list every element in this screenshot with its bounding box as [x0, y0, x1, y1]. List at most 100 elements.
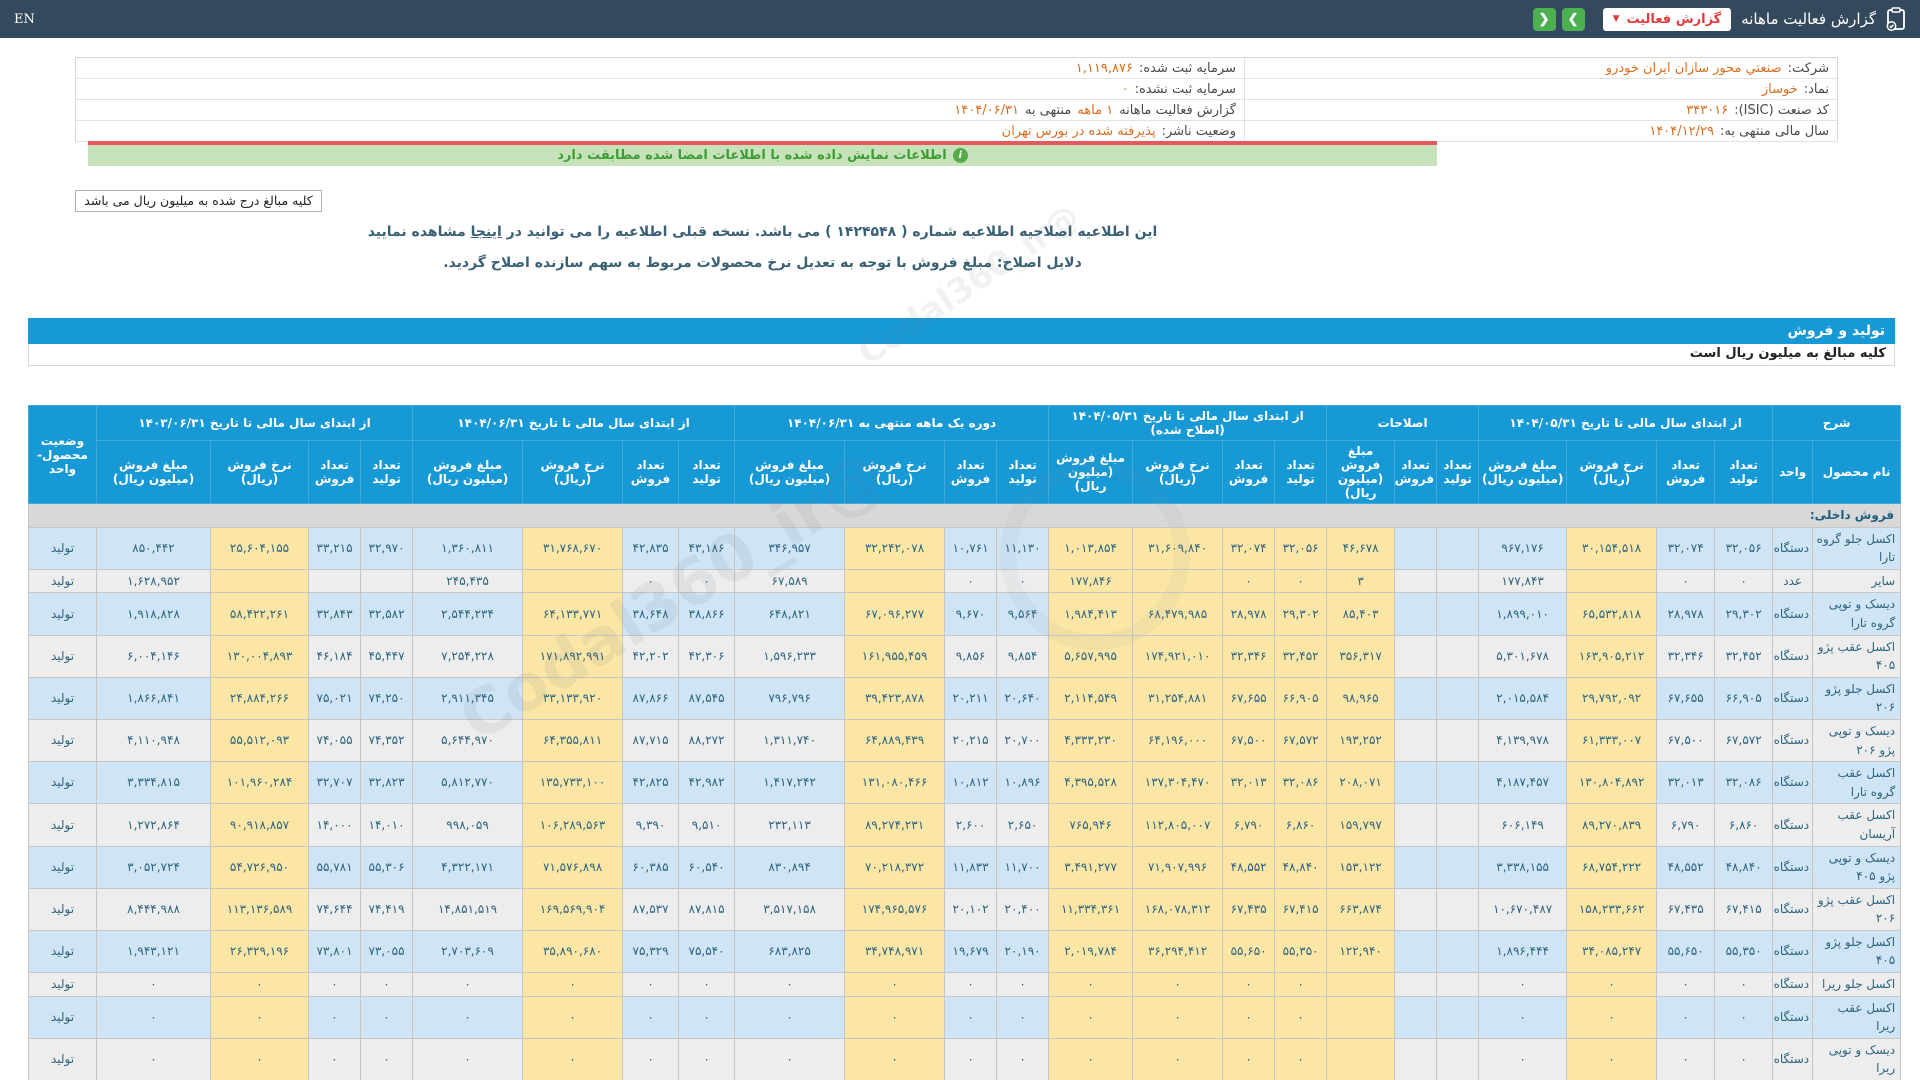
value-cell: ۴۲,۹۸۲ [678, 761, 736, 805]
unregistered-capital-value: ۰ [1121, 81, 1129, 97]
value-cell: ۶۰۶,۱۴۹ [1478, 803, 1568, 847]
column-header: تعداد تولید [1274, 440, 1328, 504]
value-cell: ۱۴,۸۵۱,۵۱۹ [412, 887, 524, 931]
value-cell: ۶۴,۱۹۶,۰۰۰ [1132, 718, 1224, 763]
value-cell: ۰ [95, 1037, 212, 1080]
value-cell: ۲,۷۰۳,۶۰۹ [412, 929, 524, 974]
value-cell: ۱۵۳,۱۲۲ [1326, 845, 1396, 889]
value-cell: دستگاه [1772, 803, 1814, 847]
value-cell: ۰ [1222, 995, 1276, 1039]
value-cell: ۱۱۳,۱۳۶,۵۸۹ [210, 887, 310, 931]
column-group-header: از ابتدای سال مالی تا تاریخ ۱۴۰۴/۰۶/۳۱ [412, 405, 736, 441]
value-cell: ۹۹۸,۰۵۹ [412, 803, 524, 847]
value-cell: ۶۷,۵۷۲ [1714, 718, 1774, 763]
value-cell: ۹,۳۹۰ [622, 803, 680, 847]
value-cell: ۳۲,۰۵۶ [1274, 526, 1328, 570]
value-cell: ۳۲,۰۱۳ [1222, 761, 1276, 805]
value-cell: ۲۰,۴۰۰ [996, 887, 1050, 931]
unregistered-capital-cell: سرمایه ثبت نشده: ۰ [76, 79, 1244, 99]
value-cell [1394, 995, 1438, 1039]
value-cell: ۲۰,۶۴۰ [996, 676, 1050, 720]
info-row: شرکت: صنعتي محور سازان ایران خودرو سرمای… [76, 58, 1837, 79]
fiscal-year-cell: سال مالی منتهی به: ۱۴۰۴/۱۲/۲۹ [1244, 121, 1837, 141]
value-cell: ۳۲,۷۰۷ [308, 761, 362, 805]
symbol-link[interactable]: خوساز [1762, 82, 1798, 97]
value-cell: ۱۷۴,۹۲۱,۰۱۰ [1132, 634, 1224, 678]
value-cell: ۰ [1274, 995, 1328, 1039]
product-name-cell: دیسک و توپی گروه تارا [1812, 592, 1902, 636]
value-cell: ۳۵۶,۳۱۷ [1326, 634, 1396, 678]
value-cell [1566, 568, 1658, 594]
value-cell: ۰ [1656, 995, 1716, 1039]
production-sales-table: شرح از ابتدای سال مالی تا تاریخ ۱۴۰۴/۰۵/۳… [27, 405, 1902, 1080]
info-icon: i [952, 148, 968, 163]
value-cell: ۴۵,۴۴۷ [360, 634, 414, 678]
product-name-cell: اکسل جلو پژو ۴۰۵ [1812, 929, 1902, 974]
value-cell: دستگاه [1772, 972, 1814, 997]
info-row: کد صنعت (ISIC): ۳۴۳۰۱۶ گزارش فعالیت ماها… [76, 100, 1837, 121]
value-cell: ۶,۰۰۴,۱۴۶ [95, 634, 212, 678]
info-row: نماد: خوساز سرمایه ثبت نشده: ۰ [76, 79, 1837, 100]
previous-report-button[interactable]: ❮ [1532, 7, 1556, 31]
value-cell: تولید [28, 887, 97, 931]
value-cell: ۱۱,۱۳۰ [996, 526, 1050, 570]
value-cell: دستگاه [1772, 995, 1814, 1039]
signature-match-text: اطلاعات نمایش داده شده با اطلاعات امضا ش… [557, 148, 947, 163]
previous-version-link[interactable]: اینجا [471, 224, 502, 240]
report-type-dropdown[interactable]: گزارش فعالیت ▼ [1602, 7, 1732, 31]
value-cell: دستگاه [1772, 592, 1814, 636]
top-bar: گزارش فعالیت ماهانه گزارش فعالیت ▼ ❯ ❮ E… [0, 0, 1920, 38]
value-cell: ۲۸,۹۷۸ [1656, 592, 1716, 636]
company-link[interactable]: صنعتي محور سازان ایران خودرو [1606, 61, 1782, 76]
next-report-button[interactable]: ❯ [1561, 7, 1585, 31]
isic-label: کد صنعت (ISIC): [1734, 102, 1829, 118]
value-cell: ۶۶۳,۸۷۴ [1326, 887, 1396, 931]
value-cell: ۷۳,۸۰۱ [308, 929, 362, 974]
value-cell: ۹,۶۷۰ [944, 592, 998, 636]
value-cell: ۳۵,۸۹۰,۶۸۰ [522, 929, 624, 974]
value-cell: تولید [28, 845, 97, 889]
product-name-cell: اکسل عقب پژو ۲۰۶ [1812, 887, 1902, 931]
value-cell [1326, 972, 1396, 997]
value-cell: ۱۵۹,۷۹۷ [1326, 803, 1396, 847]
value-cell: ۱۳۰,۸۰۴,۸۹۲ [1566, 761, 1658, 805]
isic-cell: کد صنعت (ISIC): ۳۴۳۰۱۶ [1244, 100, 1837, 120]
value-cell: ۳۲,۴۵۲ [1714, 634, 1774, 678]
value-cell: ۳,۳۳۴,۸۱۵ [95, 761, 212, 805]
value-cell: تولید [28, 568, 97, 594]
column-group-header: وضعیت محصول-واحد [28, 405, 97, 504]
value-cell: ۵,۶۴۴,۹۷۰ [412, 718, 524, 763]
value-cell: ۰ [1132, 972, 1224, 997]
value-cell: ۰ [412, 995, 524, 1039]
value-cell: ۰ [996, 568, 1050, 594]
page: گزارش فعالیت ماهانه گزارش فعالیت ▼ ❯ ❮ E… [0, 0, 1920, 1080]
value-cell: ۱,۶۲۸,۹۵۲ [95, 568, 212, 594]
language-toggle[interactable]: EN [14, 12, 35, 27]
value-cell: ۵,۶۵۷,۹۹۵ [1048, 634, 1134, 678]
value-cell: ۰ [1048, 1037, 1134, 1080]
value-cell: ۷۴,۶۴۴ [308, 887, 362, 931]
value-cell: ۲۶,۳۲۹,۱۹۶ [210, 929, 310, 974]
value-cell: ۷,۲۵۴,۲۲۸ [412, 634, 524, 678]
value-cell: ۸۵۰,۴۴۲ [95, 526, 212, 570]
value-cell: ۸۸,۲۷۲ [678, 718, 736, 763]
value-cell: ۴,۱۳۹,۹۷۸ [1478, 718, 1568, 763]
value-cell: ۳۸,۶۴۸ [622, 592, 680, 636]
value-cell [1436, 1037, 1480, 1080]
value-cell: ۴۲,۲۰۲ [622, 634, 680, 678]
value-cell: تولید [28, 929, 97, 974]
value-cell: ۳,۴۹۱,۲۷۷ [1048, 845, 1134, 889]
table-row: دیسک و توپی پژو ۲۰۶ دستگاه ۶۷,۵۷۲ ۶۷,۵۰۰ ۶۱,… [28, 718, 1902, 763]
value-cell: دستگاه [1772, 761, 1814, 805]
value-cell: ۰ [1274, 568, 1328, 594]
value-cell: ۰ [1478, 995, 1568, 1039]
value-cell: ۰ [1048, 995, 1134, 1039]
value-cell: ۰ [1132, 995, 1224, 1039]
value-cell [1436, 803, 1480, 847]
table-row: اکسل جلو پژو ۲۰۶ دستگاه ۶۶,۹۰۵ ۶۷,۶۵۵ ۲۹,۷۹۲… [28, 676, 1902, 720]
value-cell: ۳۲,۰۷۴ [1222, 526, 1276, 570]
value-cell: ۰ [210, 1037, 310, 1080]
value-cell: ۰ [622, 972, 680, 997]
value-cell: ۳۲,۰۵۶ [1714, 526, 1774, 570]
value-cell: ۱,۸۹۶,۴۴۴ [1478, 929, 1568, 974]
